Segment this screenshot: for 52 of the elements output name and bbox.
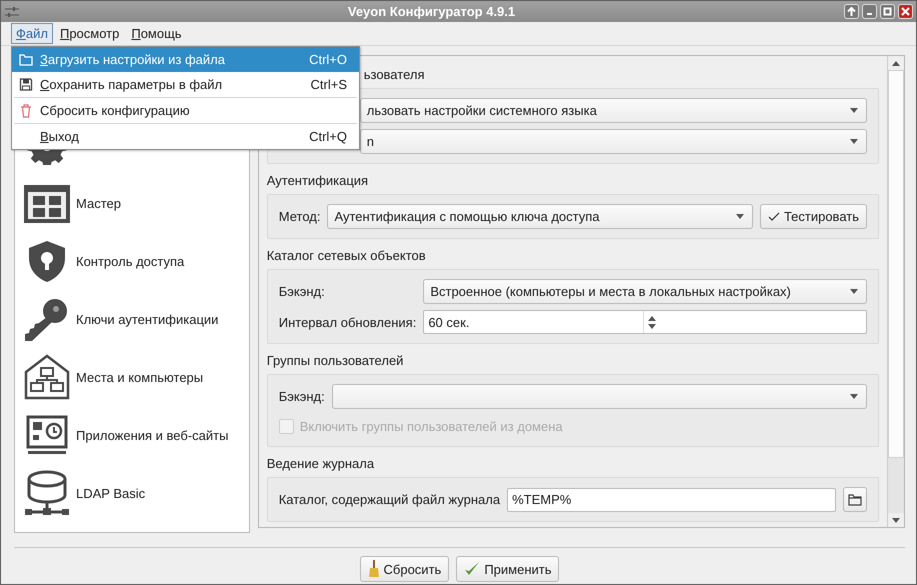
sidebar-item[interactable]: Места и компьютеры <box>76 370 204 384</box>
dropdown[interactable]: Аутентификация с помощью ключа доступа <box>327 204 753 229</box>
field-label: Бэкэнд: <box>278 284 326 299</box>
menu-entry[interactable]: Сбросить конфигурацию <box>12 98 359 123</box>
field-label: Бэкэнд: <box>278 389 325 404</box>
section-title: Группы пользователей <box>266 352 404 370</box>
menu-item[interactable]: Просмотр <box>54 23 124 44</box>
sidebar-item[interactable]: Мастер <box>76 196 121 210</box>
minimize-button[interactable] <box>862 4 877 19</box>
field-label: Метод: <box>278 209 320 224</box>
up-arrow-icon <box>847 7 856 16</box>
apply-button[interactable]: Применить <box>456 556 560 582</box>
reset-button[interactable]: Сбросить <box>360 556 450 582</box>
menu-entry[interactable]: Сохранить параметры в файл Ctrl+S <box>12 72 359 97</box>
folder-icon <box>848 494 862 506</box>
floppy-icon <box>19 78 33 91</box>
test-button[interactable]: Тестировать <box>760 204 867 229</box>
sliders-icon <box>5 6 19 16</box>
field-label: Каталог, содержащий файл журнала <box>278 492 500 507</box>
menu-item[interactable]: Файл <box>11 23 53 44</box>
section-title: Ведение журнала <box>266 455 376 473</box>
menu-item[interactable]: Помощь <box>126 23 187 44</box>
maximize-icon <box>883 7 892 16</box>
sidebar-item[interactable]: Приложения и веб-сайты <box>76 428 228 442</box>
close-button[interactable] <box>898 4 913 19</box>
trash-icon <box>19 104 33 118</box>
checkmark-icon <box>464 561 480 577</box>
folder-icon <box>19 54 33 66</box>
dropdown[interactable]: льзовать настройки системного языка <box>360 98 867 123</box>
sidebar-item[interactable]: Контроль доступа <box>76 254 184 268</box>
scrollbar[interactable] <box>887 56 904 527</box>
menu-entry[interactable]: Загрузить настройки из файла Ctrl+O <box>12 47 359 72</box>
dropdown[interactable]: n <box>360 129 867 154</box>
field-label: Интервал обновления: <box>278 314 416 330</box>
sidebar-item[interactable]: Ключи аутентификации <box>76 312 218 326</box>
dropdown[interactable]: Встроенное (компьютеры и места в локальных настройках) <box>423 279 867 304</box>
broom-icon <box>368 560 380 578</box>
section-title: Каталог сетевых объектов <box>266 247 427 265</box>
database-network-icon <box>23 469 71 517</box>
input-field[interactable]: %TEMP% <box>507 488 836 512</box>
menu-entry[interactable]: Выход Ctrl+Q <box>12 124 359 149</box>
up-arrow-button[interactable] <box>844 4 859 19</box>
window-title: Veyon Конфигуратор 4.9.1 <box>346 4 516 19</box>
checkmark-icon <box>768 212 780 222</box>
browse-button[interactable] <box>843 487 867 512</box>
house-computers-icon <box>23 353 71 401</box>
section-title: ьзователя <box>364 66 426 84</box>
spin-box[interactable]: 60 сек. <box>423 310 867 334</box>
maximize-button[interactable] <box>880 4 895 19</box>
section-title: Аутентификация <box>266 172 370 190</box>
close-icon <box>901 7 910 16</box>
sidebar-item[interactable]: LDAP Basic <box>76 486 146 500</box>
